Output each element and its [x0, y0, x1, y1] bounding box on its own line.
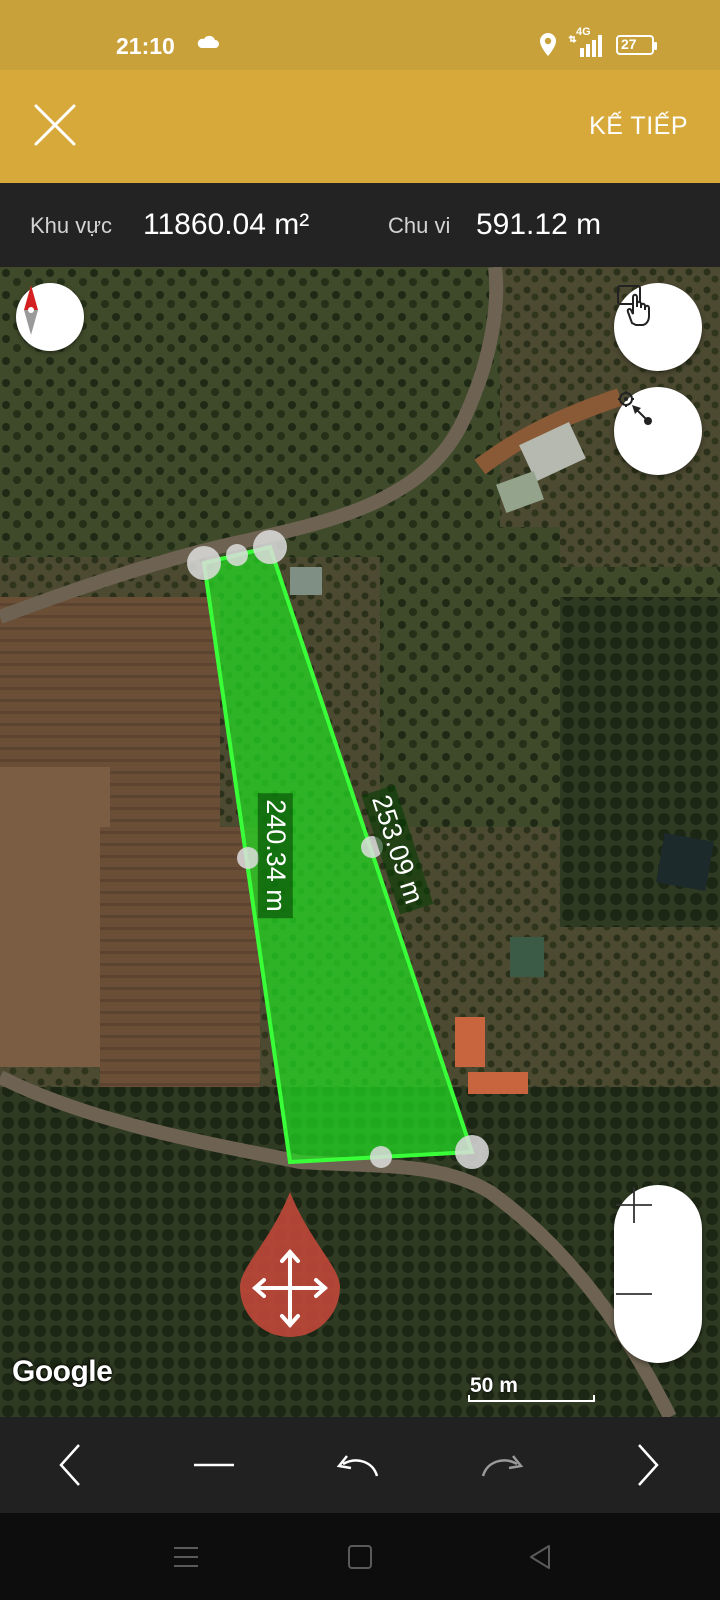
next-button[interactable]: KẾ TIẾP [589, 112, 688, 141]
home-icon [348, 1545, 372, 1569]
map-imagery [0, 267, 720, 1417]
touch-mode-button[interactable] [614, 283, 702, 371]
satellite-map[interactable]: 240.34 m 253.09 m [0, 267, 720, 1417]
back-button[interactable] [516, 1533, 564, 1581]
redo-button[interactable] [472, 1435, 532, 1495]
point-mode-icon [618, 391, 652, 425]
cloud-icon [197, 35, 219, 48]
undo-icon [336, 1455, 379, 1477]
area-value: 11860.04 m² [143, 208, 310, 241]
close-icon[interactable] [30, 100, 80, 150]
map-scale: 50 m [468, 1374, 596, 1404]
zoom-out-icon [616, 1293, 652, 1295]
edge-length-left: 240.34 m [257, 793, 293, 918]
previous-icon [59, 1444, 80, 1486]
scale-bar [468, 1395, 595, 1402]
system-nav-bar [0, 1513, 720, 1600]
location-icon [540, 33, 556, 56]
back-icon [530, 1545, 550, 1569]
area-label: Khu vực [30, 213, 112, 238]
delete-button[interactable] [184, 1435, 244, 1495]
zoom-in-icon [616, 1187, 652, 1223]
redo-icon [481, 1455, 524, 1477]
undo-button[interactable] [328, 1435, 388, 1495]
header-bar: KẾ TIẾP [0, 70, 720, 183]
previous-button[interactable] [40, 1435, 100, 1495]
zoom-in-button[interactable] [614, 1185, 702, 1274]
touch-mode-icon [617, 285, 650, 326]
status-time: 21:10 [116, 33, 175, 59]
measurement-bar: Khu vực 11860.04 m² Chu vi 591.12 m [0, 183, 720, 267]
home-button[interactable] [336, 1533, 384, 1581]
zoom-controls [614, 1185, 702, 1363]
delete-icon [194, 1463, 234, 1467]
next-icon [638, 1444, 659, 1486]
point-mode-button[interactable] [614, 387, 702, 475]
status-bar: 21:10 4G 27 [0, 0, 720, 70]
edit-toolbar [0, 1417, 720, 1513]
zoom-out-button[interactable] [614, 1274, 702, 1363]
battery-icon: 27 [616, 35, 657, 55]
perimeter-label: Chu vi [388, 213, 451, 238]
compass-icon [24, 285, 38, 335]
menu-button[interactable] [162, 1533, 210, 1581]
compass-button[interactable] [16, 283, 84, 351]
perimeter-value: 591.12 m [476, 208, 602, 241]
battery-level: 27 [621, 36, 637, 52]
menu-icon [174, 1547, 198, 1567]
signal-icon: 4G [568, 26, 606, 58]
google-attribution: Google [12, 1355, 113, 1388]
next-icon-button[interactable] [618, 1435, 678, 1495]
